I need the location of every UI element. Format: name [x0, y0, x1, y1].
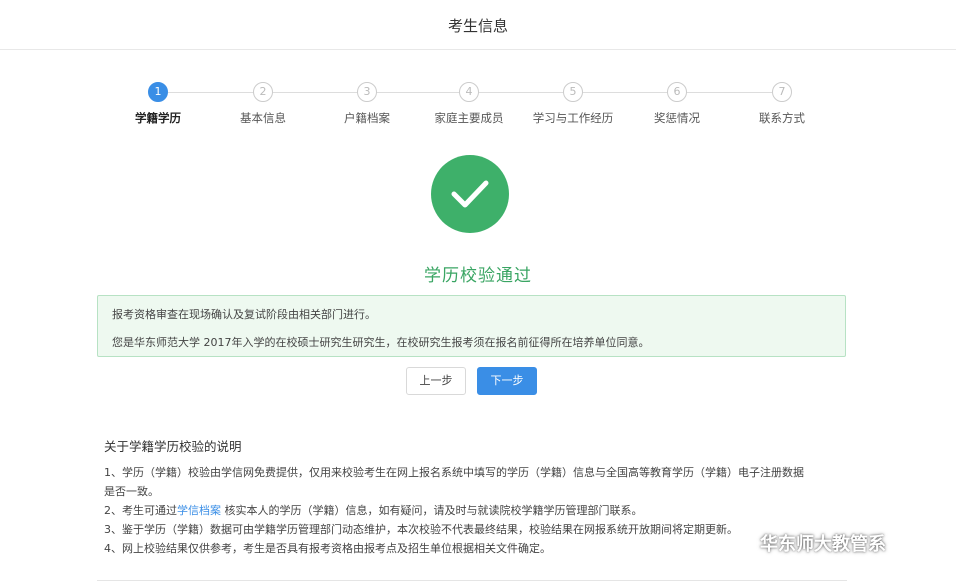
description-item: 2、考生可通过学信档案 核实本人的学历（学籍）信息，如有疑问，请及时与就读院校学…	[104, 501, 864, 520]
xuexin-archive-link[interactable]: 学信档案	[177, 504, 221, 517]
success-badge	[431, 155, 509, 233]
step-number: 6	[667, 82, 687, 102]
step-number: 2	[253, 82, 273, 102]
step-family-members[interactable]: 4 家庭主要成员	[419, 82, 519, 126]
step-label: 学籍学历	[135, 111, 181, 125]
step-label: 家庭主要成员	[434, 111, 504, 125]
page-header: 考生信息	[0, 0, 956, 50]
notice-line: 您是华东师范大学 2017年入学的在校硕士研究生研究生，在校研究生报考须在报名前…	[112, 336, 650, 349]
checkmark-icon	[451, 180, 489, 208]
description-text: 核实本人的学历（学籍）信息，如有疑问，请及时与就读院校学籍学历管理部门联系。	[221, 504, 643, 517]
notice-line: 报考资格审查在现场确认及复试阶段由相关部门进行。	[112, 308, 376, 321]
description-item: 1、学历（学籍）校验由学信网免费提供，仅用来校验考生在网上报名系统中填写的学历（…	[104, 466, 804, 479]
step-household-archive[interactable]: 3 户籍档案	[317, 82, 417, 126]
step-number: 5	[563, 82, 583, 102]
step-number: 7	[772, 82, 792, 102]
step-study-work-history[interactable]: 5 学习与工作经历	[523, 82, 623, 126]
step-number: 3	[357, 82, 377, 102]
step-number: 4	[459, 82, 479, 102]
step-number: 1	[148, 82, 168, 102]
wechat-icon	[727, 531, 754, 554]
page-title: 考生信息	[447, 17, 508, 35]
step-label: 户籍档案	[344, 111, 390, 125]
step-label: 学习与工作经历	[532, 111, 614, 125]
step-contact-info[interactable]: 7 联系方式	[732, 82, 832, 126]
watermark: 华东师大教管系	[726, 528, 886, 558]
step-label: 基本信息	[240, 111, 286, 125]
step-basic-info[interactable]: 2 基本信息	[213, 82, 313, 126]
description-item: 是否一致。	[104, 485, 159, 498]
step-rewards-punishments[interactable]: 6 奖惩情况	[627, 82, 727, 126]
step-label: 奖惩情况	[654, 111, 700, 125]
result-title: 学历校验通过	[424, 266, 532, 286]
progress-steps: 1 学籍学历 2 基本信息 3 户籍档案 4 家庭主要成员 5 学习与工作经历 …	[110, 82, 830, 132]
description-text: 2、考生可通过	[104, 504, 177, 517]
description-title: 关于学籍学历校验的说明	[104, 439, 242, 454]
next-step-button[interactable]: 下一步	[477, 367, 537, 395]
notice-box: 报考资格审查在现场确认及复试阶段由相关部门进行。 您是华东师范大学 2017年入…	[97, 295, 846, 357]
step-xueji-xueli[interactable]: 1 学籍学历	[108, 82, 208, 126]
prev-step-button[interactable]: 上一步	[406, 367, 466, 395]
watermark-text: 华东师大教管系	[760, 534, 886, 555]
step-label: 联系方式	[759, 111, 805, 125]
divider	[97, 580, 847, 581]
